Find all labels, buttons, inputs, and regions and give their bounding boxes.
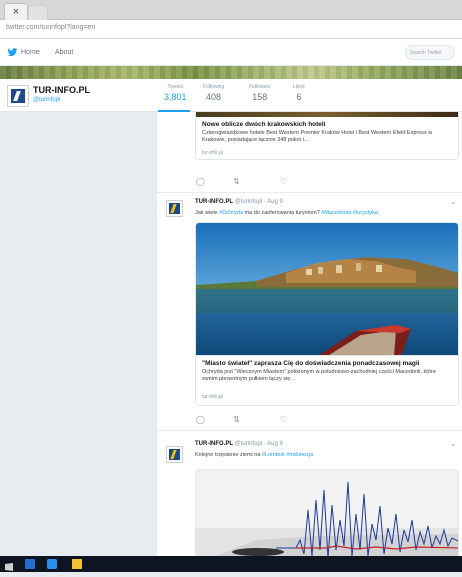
like-icon[interactable]: ♡ [280, 177, 287, 186]
stat-value: 158 [252, 92, 268, 102]
link-card[interactable]: Nowe oblicze dwóch krakowskich hoteli Cz… [195, 112, 459, 160]
lake-photo-illustration [196, 223, 458, 355]
tweet-avatar[interactable] [166, 200, 183, 217]
like-icon[interactable]: ♡ [280, 415, 287, 424]
chevron-down-icon[interactable]: ⌄ [450, 440, 456, 448]
card-url: tur-info.pl [202, 394, 223, 400]
stat-likes[interactable]: Likes 6 [293, 84, 305, 102]
card-image-strip [196, 112, 458, 117]
tweet-meta[interactable]: @turinfopl · Aug 9 [235, 441, 283, 447]
card-url: tur-info.pl [202, 150, 223, 156]
stat-following[interactable]: Following 408 [203, 84, 224, 102]
hashtag-link[interactable]: #Lombok [262, 452, 285, 458]
browser-tab[interactable]: × [4, 3, 28, 20]
folder-icon[interactable] [72, 559, 82, 569]
file-explorer-icon[interactable] [25, 559, 35, 569]
reply-icon[interactable]: ◯ [196, 177, 205, 186]
card-description: Czterogwiazdkowe hotele Best Western Pre… [202, 130, 433, 143]
profile-nav-bar: TUR-INFO.PL @turinfopl Tweets 3,801 Foll… [0, 79, 462, 112]
tweet-separator [157, 430, 462, 431]
tweet-text: Jak wiele #Ochryda ma do zaoferowania tu… [195, 210, 378, 216]
stat-value: 6 [296, 92, 302, 102]
tweet-header: TUR-INFO.PL @turinfopl · Aug 9 [195, 441, 283, 447]
hashtag-link[interactable]: #Ochryda [219, 210, 243, 216]
stat-label: Following [203, 84, 225, 90]
stat-tweets[interactable]: Tweets 3,801 [164, 84, 187, 102]
seismograph-illustration [196, 470, 458, 556]
stat-value: 408 [206, 92, 222, 102]
retweet-icon[interactable]: ⇅ [233, 177, 240, 186]
tweet-author[interactable]: TUR-INFO.PL [195, 199, 233, 205]
tweet-header: TUR-INFO.PL @turinfopl · Aug 9 [195, 199, 283, 205]
start-icon[interactable] [4, 559, 14, 571]
browser-tab-bar: × [0, 0, 462, 20]
os-taskbar [0, 556, 462, 572]
tweet-text-part: ma do zaoferowania turystom? [243, 210, 322, 216]
stat-label: Likes [293, 84, 305, 90]
profile-avatar[interactable] [7, 85, 29, 107]
card-title: Nowe oblicze dwóch krakowskich hoteli [202, 121, 326, 128]
new-tab-button[interactable] [28, 5, 48, 20]
profile-handle[interactable]: @turinfopl [33, 97, 60, 103]
tweet-image-seismograph[interactable] [195, 469, 459, 556]
tweet-text: Kolejne trzęsienie ziemi na #Lombok #Ind… [195, 452, 313, 458]
search-input[interactable]: Search Twitter [405, 45, 455, 60]
stat-value: 3,801 [164, 92, 187, 102]
tweet-image-ohrid[interactable] [195, 222, 459, 356]
tweet-avatar[interactable] [166, 446, 183, 463]
stat-label: Tweets [167, 84, 184, 90]
tweet-author[interactable]: TUR-INFO.PL [195, 441, 233, 447]
stat-followers[interactable]: Followers 158 [249, 84, 270, 102]
hashtag-link[interactable]: #Macedonia #turystyka [321, 210, 378, 216]
tweet-text-part: Kolejne trzęsienie ziemi na [195, 452, 262, 458]
nav-home-link[interactable]: Home [21, 49, 40, 56]
hashtag-link[interactable]: #Indonezja [286, 452, 313, 458]
chevron-down-icon[interactable]: ⌄ [450, 198, 456, 206]
reply-icon[interactable]: ◯ [196, 415, 205, 424]
retweet-icon[interactable]: ⇅ [233, 415, 240, 424]
link-card[interactable]: "Miasto świateł" zaprasza Cię do doświad… [195, 356, 459, 406]
tweet-text-part: Jak wiele [195, 210, 220, 216]
browser-icon[interactable] [47, 559, 57, 569]
twitter-bird-icon[interactable] [7, 48, 18, 57]
tweet-actions: ◯ ⇅ ♡ [195, 415, 305, 425]
stat-label: Followers [249, 84, 271, 90]
left-sidebar [0, 112, 157, 556]
twitter-nav: Home About Search Twitter [0, 39, 462, 66]
tweet-separator [157, 192, 462, 193]
tweet-actions: ◯ ⇅ ♡ [195, 177, 305, 187]
tab-close-icon[interactable]: × [13, 6, 19, 18]
profile-name[interactable]: TUR-INFO.PL [33, 85, 90, 95]
tweet-timeline: Nowe oblicze dwóch krakowskich hoteli Cz… [157, 112, 462, 556]
card-description: Ochryda jest "Wiecznym Miastem" położony… [202, 369, 436, 382]
tweet-meta[interactable]: @turinfopl · Aug 9 [235, 199, 283, 205]
nav-about-link[interactable]: About [55, 49, 73, 56]
url-text[interactable]: twitter.com/turinfopl?lang=en [6, 24, 95, 31]
card-title: "Miasto świateł" zaprasza Cię do doświad… [202, 360, 420, 367]
profile-banner [0, 66, 462, 79]
address-bar[interactable]: twitter.com/turinfopl?lang=en [0, 20, 462, 39]
